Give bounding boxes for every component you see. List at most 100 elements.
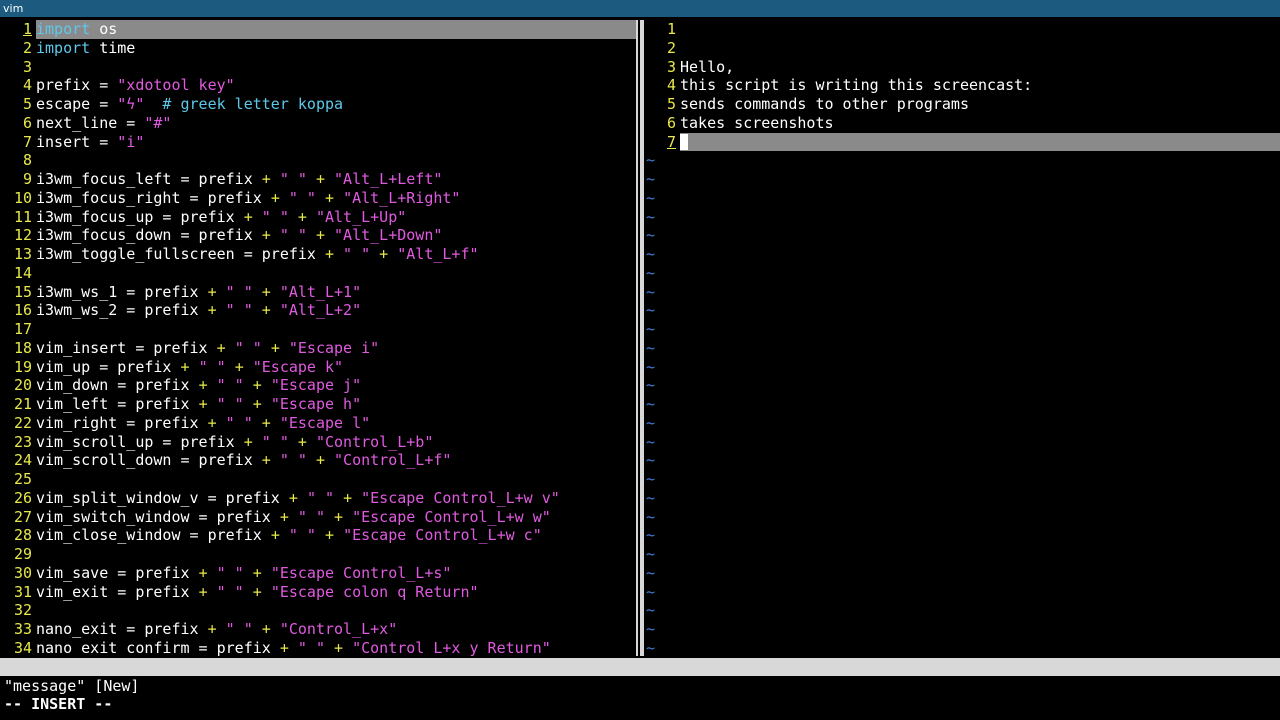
code-token: +: [198, 395, 208, 413]
right-editor-pane[interactable]: 1 2 3 Hello, 4 this script is writing this sc…: [644, 20, 1280, 656]
code-line[interactable]: 13 i3wm_toggle_fullscreen = prefix + " " …: [0, 245, 636, 264]
tilde-marker: ~: [646, 470, 656, 488]
vertical-split-divider[interactable]: [636, 20, 644, 656]
empty-buffer-line: ~: [644, 395, 1280, 414]
empty-buffer-line: ~: [644, 489, 1280, 508]
code-line[interactable]: 27 vim_switch_window = prefix + " " + "Es…: [0, 508, 636, 527]
line-number: 3: [22, 57, 32, 76]
left-editor-pane[interactable]: 1 import os 2 import time 3 4 prefix = "xdotoo…: [0, 20, 636, 656]
text-line[interactable]: 2: [644, 39, 1280, 58]
empty-buffer-line: ~: [644, 601, 1280, 620]
code-token: +: [279, 638, 289, 656]
line-number: 6: [22, 113, 32, 132]
code-line[interactable]: 10 i3wm_focus_right = prefix + " " + "Alt…: [0, 189, 636, 208]
code-token: +: [261, 301, 271, 320]
text-line[interactable]: 5 sends commands to other programs: [644, 95, 1280, 114]
code-line[interactable]: 15 i3wm_ws_1 = prefix + " " + "Alt_L+1": [0, 283, 636, 302]
code-line[interactable]: 11 i3wm_focus_up = prefix + " " + "Alt_L+…: [0, 208, 636, 227]
code-token: "Escape colon q Return": [270, 582, 479, 601]
tilde-marker: ~: [646, 170, 656, 188]
code-line[interactable]: 1 import os: [0, 20, 636, 39]
line-number: 34: [13, 638, 32, 656]
code-token: " ": [288, 188, 316, 207]
code-line[interactable]: 8: [0, 151, 636, 170]
code-token: +: [379, 245, 389, 263]
code-line[interactable]: 30 vim_save = prefix + " " + "Escape Cont…: [0, 564, 636, 583]
text-line[interactable]: 6 takes screenshots: [644, 114, 1280, 133]
code-token: +: [261, 282, 271, 301]
line-number: 17: [13, 320, 32, 338]
code-line[interactable]: 32: [0, 601, 636, 620]
code-line[interactable]: 18 vim_insert = prefix + " " + "Escape i": [0, 339, 636, 358]
code-line[interactable]: 29: [0, 545, 636, 564]
code-line[interactable]: 24 vim_scroll_down = prefix + " " + "Cont…: [0, 451, 636, 470]
line-number: 23: [13, 432, 32, 451]
code-line[interactable]: 19 vim_up = prefix + " " + "Escape k": [0, 358, 636, 377]
tilde-marker: ~: [646, 357, 656, 376]
text-line[interactable]: 1: [644, 20, 1280, 39]
code-line[interactable]: 33 nano_exit = prefix + " " + "Control_L+…: [0, 620, 636, 639]
code-token: "Control_L+x": [279, 620, 398, 638]
code-token: vim_close_window = prefix: [36, 526, 271, 545]
text-line[interactable]: 4 this script is writing this screencast:: [644, 76, 1280, 95]
empty-buffer-line: ~: [644, 545, 1280, 564]
code-line[interactable]: 5 escape = "ϟ" # greek letter koppa: [0, 95, 636, 114]
code-token: "Alt_L+Down": [334, 226, 443, 245]
code-token: vim_exit = prefix: [36, 582, 199, 601]
code-token: i3wm_focus_left = prefix: [36, 170, 262, 188]
code-token: "Control_L+f": [334, 451, 452, 470]
line-number: 1: [0, 20, 36, 39]
code-token: "Escape h": [270, 395, 362, 413]
text-line[interactable]: 7: [644, 132, 1280, 152]
message-line: "message" [New]: [4, 677, 140, 695]
code-line[interactable]: 9 i3wm_focus_left = prefix + " " + "Alt_L…: [0, 170, 636, 189]
code-line[interactable]: 25: [0, 470, 636, 489]
code-line[interactable]: 12 i3wm_focus_down = prefix + " " + "Alt_…: [0, 226, 636, 245]
code-line[interactable]: 17: [0, 320, 636, 339]
code-line[interactable]: 22 vim_right = prefix + " " + "Escape l": [0, 414, 636, 433]
line-number: 29: [13, 545, 32, 563]
code-line[interactable]: 4 prefix = "xdotool key": [0, 76, 636, 95]
code-line[interactable]: 26 vim_split_window_v = prefix + " " + "E…: [0, 489, 636, 508]
code-line[interactable]: 31 vim_exit = prefix + " " + "Escape colo…: [0, 583, 636, 602]
code-token: "i": [117, 132, 145, 151]
code-line[interactable]: 20 vim_down = prefix + " " + "Escape j": [0, 376, 636, 395]
code-line[interactable]: 16 i3wm_ws_2 = prefix + " " + "Alt_L+2": [0, 301, 636, 320]
code-line[interactable]: 23 vim_scroll_up = prefix + " " + "Contro…: [0, 433, 636, 452]
tilde-marker: ~: [646, 413, 656, 432]
code-token: # greek letter koppa: [144, 95, 344, 113]
code-line[interactable]: 21 vim_left = prefix + " " + "Escape h": [0, 395, 636, 414]
tilde-marker: ~: [646, 432, 656, 451]
code-line[interactable]: 2 import time: [0, 39, 636, 58]
code-token: i3wm_toggle_fullscreen = prefix: [36, 245, 325, 263]
code-token: os: [90, 20, 118, 38]
code-token: +: [270, 188, 280, 207]
code-line[interactable]: 28 vim_close_window = prefix + " " + "Esc…: [0, 526, 636, 545]
code-line[interactable]: 7 insert = "i": [0, 133, 636, 152]
code-line[interactable]: 34 nano_exit_confirm = prefix + " " + "Co…: [0, 639, 636, 656]
code-token: "Escape Control_L+s": [270, 563, 452, 582]
code-token: +: [261, 620, 271, 638]
code-token: +: [261, 451, 271, 470]
code-line[interactable]: 3: [0, 58, 636, 77]
code-line[interactable]: 6 next_line = "#": [0, 114, 636, 133]
code-token: "Alt_L+Left": [334, 170, 443, 188]
text-cursor: [680, 134, 688, 150]
text-line[interactable]: 3 Hello,: [644, 58, 1280, 77]
code-line[interactable]: 14: [0, 264, 636, 283]
